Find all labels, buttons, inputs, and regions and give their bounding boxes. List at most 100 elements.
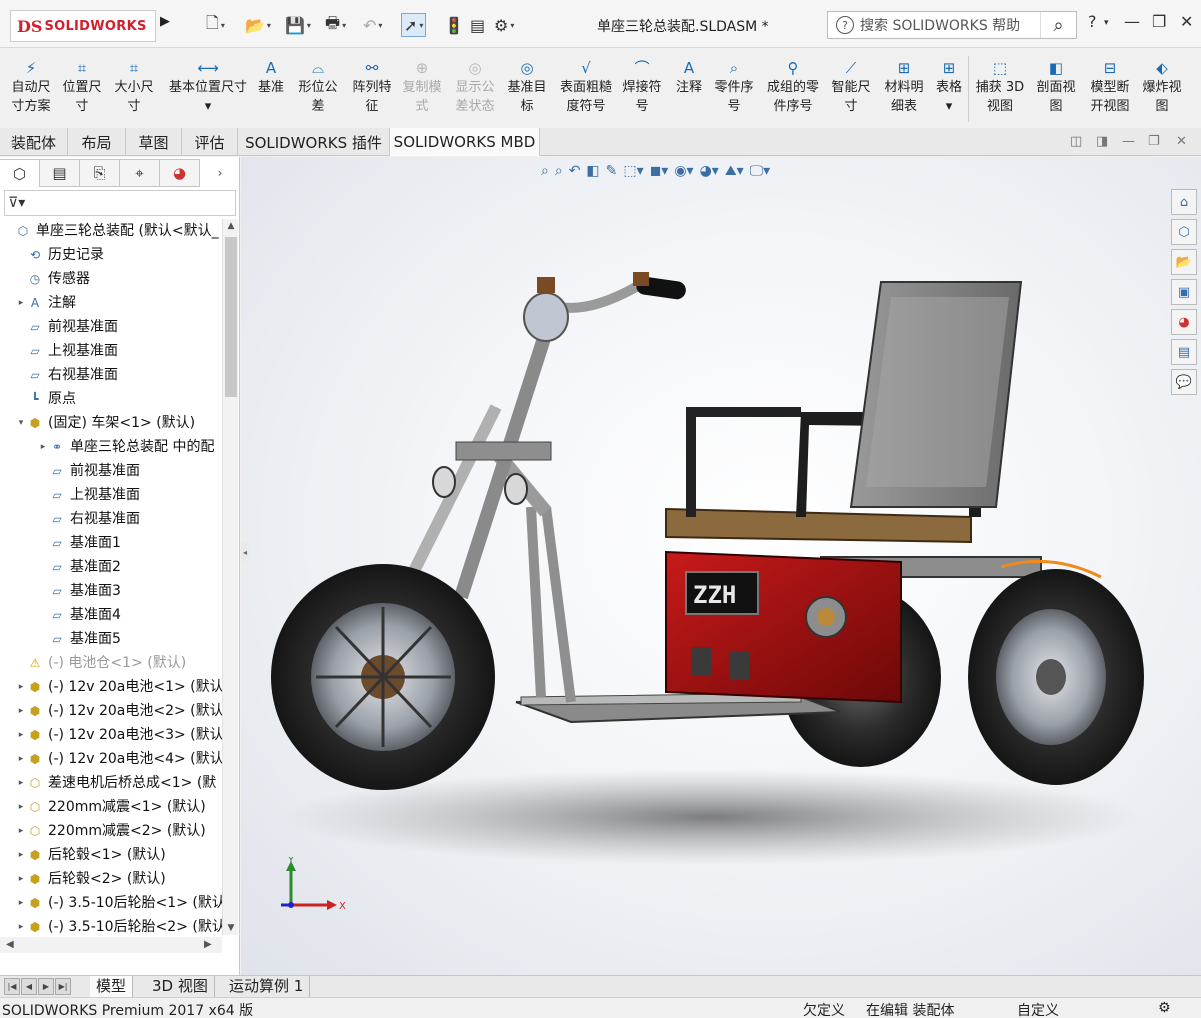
tree-node[interactable]: ▸ A 注解 — [0, 291, 222, 315]
options-gear-icon[interactable]: ⚙ ▾ — [494, 13, 514, 37]
scroll-thumb[interactable] — [225, 237, 237, 397]
ribbon-button-15[interactable]: ⟋ 智能尺寸 — [827, 56, 875, 116]
tree-node[interactable]: ▱ 右视基准面 — [0, 363, 222, 387]
close-button[interactable]: ✕ — [1180, 12, 1193, 31]
ribbon-button-14[interactable]: ⚲ 成组的零 件序号 — [762, 56, 824, 116]
split-view-icon[interactable]: ◨ — [1096, 134, 1108, 149]
dimxpert-tab[interactable]: ⌖ — [120, 159, 160, 187]
tree-node[interactable]: ▱ 基准面2 — [0, 555, 222, 579]
undo-icon[interactable]: ↶ ▾ — [363, 13, 382, 37]
display-manager-tab[interactable]: ◕ — [160, 159, 200, 187]
feature-manager-tab[interactable]: ⬡ — [0, 159, 40, 187]
new-file-icon[interactable]: 🗋 ▾ — [206, 13, 225, 37]
tab-mbd[interactable]: SOLIDWORKS MBD — [390, 128, 540, 156]
next-tab-icon[interactable]: ▶ — [38, 978, 54, 995]
tricycle-model[interactable]: ZZH — [241, 157, 1201, 975]
expand-arrow-icon[interactable]: ▸ — [16, 795, 26, 819]
viewport-restore-icon[interactable]: ❐ — [1148, 134, 1160, 149]
ribbon-button-3[interactable]: ⟷ 基本位置尺寸 ▾ — [162, 56, 254, 116]
ribbon-button-0[interactable]: ⚡ 自动尺 寸方案 — [8, 56, 54, 116]
search-input[interactable]: 搜索 SOLIDWORKS 帮助 — [860, 15, 1040, 35]
open-file-icon[interactable]: 📂 ▾ — [245, 13, 271, 37]
ribbon-button-5[interactable]: ⌓ 形位公差 — [294, 56, 342, 116]
tree-node[interactable]: ▸ ⬡ 220mm减震<2> (默认) — [0, 819, 222, 843]
ribbon-button-16[interactable]: ⊞ 材料明 细表 — [880, 56, 928, 116]
expand-arrow-icon[interactable]: ▸ — [16, 819, 26, 843]
expand-arrow-icon[interactable]: ▸ — [16, 915, 26, 935]
ribbon-button-19[interactable]: ◧ 剖面视图 — [1032, 56, 1080, 116]
ribbon-button-20[interactable]: ⊟ 模型断 开视图 — [1086, 56, 1134, 116]
rebuild-status-icon[interactable]: ⚙ — [1158, 1000, 1171, 1016]
expand-arrow-icon[interactable]: ▸ — [16, 891, 26, 915]
print-icon[interactable]: 🖶 ▾ — [325, 13, 346, 37]
ribbon-button-18[interactable]: ⬚ 捕获 3D 视图 — [972, 56, 1028, 116]
configuration-manager-tab[interactable]: ⎘ — [80, 159, 120, 187]
select-cursor-icon[interactable]: ➚ ▾ — [401, 13, 427, 37]
ribbon-button-2[interactable]: ⌗ 大小尺寸 — [110, 56, 158, 116]
help-dropdown-icon[interactable]: ▾ — [1104, 18, 1109, 28]
expand-arrow-icon[interactable]: ▸ — [16, 291, 26, 315]
expand-arrow-icon[interactable]: ▸ — [38, 435, 48, 459]
ribbon-button-6[interactable]: ⚯ 阵列特征 — [348, 56, 396, 116]
save-icon[interactable]: 💾 ▾ — [285, 13, 311, 37]
tree-node[interactable]: ▱ 基准面3 — [0, 579, 222, 603]
tree-node[interactable]: ▸ ⬢ (-) 12v 20a电池<4> (默认 — [0, 747, 222, 771]
tree-node[interactable]: ▾ ⬢ (固定) 车架<1> (默认) — [0, 411, 222, 435]
ribbon-button-8[interactable]: ◎ 显示公 差状态 — [450, 56, 500, 116]
seat-cushion[interactable] — [665, 507, 972, 544]
ribbon-button-21[interactable]: ⬖ 爆炸视图 — [1138, 56, 1186, 116]
tree-filter[interactable]: ⊽▾ — [4, 190, 236, 216]
tab-motion-study[interactable]: 运动算例 1 — [223, 976, 311, 997]
minimize-button[interactable]: — — [1124, 12, 1140, 31]
tree-node[interactable]: ▸ ⬢ (-) 3.5-10后轮胎<1> (默认 — [0, 891, 222, 915]
front-wheel[interactable] — [271, 564, 495, 790]
tree-node[interactable]: ◷ 传感器 — [0, 267, 222, 291]
tab-evaluate[interactable]: 评估 — [182, 128, 238, 156]
ribbon-button-17[interactable]: ⊞ 表格 ▾ — [932, 56, 966, 116]
prev-tab-icon[interactable]: ◀ — [21, 978, 37, 995]
tree-node[interactable]: ▱ 基准面4 — [0, 603, 222, 627]
scroll-up-icon[interactable]: ▲ — [223, 221, 239, 231]
tree-node[interactable]: ▱ 上视基准面 — [0, 483, 222, 507]
tree-node[interactable]: ▱ 基准面5 — [0, 627, 222, 651]
tree-node[interactable]: ▸ ⬡ 差速电机后桥总成<1> (默 — [0, 771, 222, 795]
property-manager-tab[interactable]: ▤ — [40, 159, 80, 187]
tab-sketch[interactable]: 草图 — [126, 128, 182, 156]
tree-node[interactable]: ▱ 基准面1 — [0, 531, 222, 555]
menu-expand-arrow-icon[interactable]: ▶ — [160, 14, 170, 29]
help-search-box[interactable]: ? 搜索 SOLIDWORKS 帮助 ⌕ — [827, 11, 1077, 39]
tab-assembly[interactable]: 装配体 — [0, 128, 68, 156]
tab-model[interactable]: 模型 — [90, 976, 134, 997]
tab-addins[interactable]: SOLIDWORKS 插件 — [238, 128, 390, 156]
tree-node[interactable]: ▱ 右视基准面 — [0, 507, 222, 531]
rear-right-wheel[interactable] — [968, 569, 1144, 785]
first-tab-icon[interactable]: |◀ — [4, 978, 20, 995]
scroll-left-icon[interactable]: ◀ — [6, 939, 14, 950]
tree-horizontal-scrollbar[interactable]: ◀ ▶ — [0, 937, 222, 953]
expand-arrow-icon[interactable]: ▾ — [16, 411, 26, 435]
tree-node[interactable]: ▸ ⬢ (-) 3.5-10后轮胎<2> (默认 — [0, 915, 222, 935]
tree-node[interactable]: ▸ ⬢ (-) 12v 20a电池<3> (默认 — [0, 723, 222, 747]
last-tab-icon[interactable]: ▶| — [55, 978, 71, 995]
graphics-area[interactable]: ◂ ⌕ ⌕ ↶ ◧ ✎ ⬚▾ ◼▾ ◉▾ ◕▾ ⛰▾ 🖵▾ ⌂ ⬡ 📂 ▣ ◕ … — [241, 157, 1201, 975]
expand-arrow-icon[interactable]: ▸ — [16, 867, 26, 891]
tree-node[interactable]: ⬡ 单座三轮总装配 (默认<默认_ — [0, 219, 222, 243]
tree-node[interactable]: ▸ ⬢ 后轮毂<2> (默认) — [0, 867, 222, 891]
help-button[interactable]: ? — [1088, 12, 1097, 31]
tab-3d-views[interactable]: 3D 视图 — [146, 976, 215, 997]
ribbon-button-13[interactable]: ⌕ 零件序号 — [710, 56, 758, 116]
tree-node[interactable]: ▸ ⬢ (-) 12v 20a电池<2> (默认 — [0, 699, 222, 723]
tree-node[interactable]: ┗ 原点 — [0, 387, 222, 411]
tile-view-icon[interactable]: ◫ — [1070, 134, 1082, 149]
expand-arrow-icon[interactable]: ▸ — [16, 699, 26, 723]
tree-node[interactable]: ▱ 前视基准面 — [0, 315, 222, 339]
expand-arrow-icon[interactable]: ▸ — [16, 723, 26, 747]
expand-arrow-icon[interactable]: ▸ — [16, 675, 26, 699]
ribbon-button-1[interactable]: ⌗ 位置尺寸 — [58, 56, 106, 116]
ribbon-button-4[interactable]: A 基准 — [256, 56, 286, 97]
tab-layout[interactable]: 布局 — [68, 128, 126, 156]
ribbon-button-12[interactable]: A 注释 — [672, 56, 706, 97]
panel-more-icon[interactable]: › — [200, 159, 240, 187]
expand-arrow-icon[interactable]: ▸ — [16, 747, 26, 771]
scroll-down-icon[interactable]: ▼ — [223, 923, 239, 933]
